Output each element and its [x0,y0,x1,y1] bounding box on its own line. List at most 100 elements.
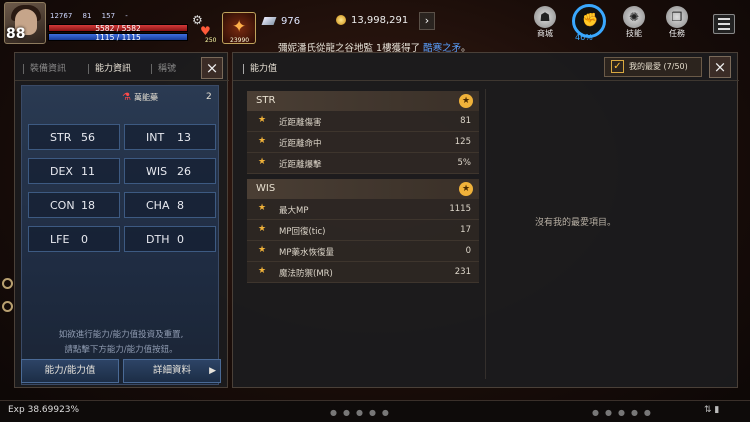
star-icon[interactable]: ★ [459,94,473,108]
ring-icon[interactable] [2,278,13,289]
star-icon[interactable]: ★ [258,245,266,255]
stat-row[interactable]: ★ 近距離傷害 81 [247,111,479,132]
mp-bar: 1115 / 1115 [48,33,188,41]
info-tabs: 裝備資訊 能力資訊 稱號 [15,53,229,81]
currency-expand-button[interactable]: › [419,12,435,30]
star-icon[interactable]: ★ [258,266,266,276]
close-button[interactable]: × [709,56,731,78]
close-button[interactable]: × [201,57,223,79]
stat-wis[interactable]: WIS 26 [124,158,216,184]
stat-name: INT [146,131,165,144]
info-line: 請點擊下方能力/能力值按鈕。 [64,345,178,355]
stat-dex[interactable]: DEX 11 [28,158,120,184]
play-arrow-icon: ▶ [209,366,216,376]
hp-bar: 5582 / 5582 [48,24,188,32]
section-header: WIS ★ [247,179,479,199]
stat-cha[interactable]: CHA 8 [124,192,216,218]
elixir-count: 2 [206,92,212,102]
panel-divider [485,89,486,379]
panel-title-text: 能力值 [250,64,278,74]
elixir-text: 萬能藥 [133,93,158,102]
stat-value: 0 [177,233,184,246]
elixir-label: ⚗ 萬能藥 [122,92,158,103]
exp-percent: Exp 38.69923% [8,405,80,415]
character-info-panel: 裝備資訊 能力資訊 稱號 × ⚗ 萬能藥 2 STR 56 INT 13 DEX 11 … [14,52,229,388]
stat-name: WIS [146,165,168,178]
tab-titles[interactable]: 稱號 [151,61,176,74]
shop-button[interactable]: ☗ 商城 [528,6,562,39]
mp-text: 1115 / 1115 [95,33,141,42]
section-header: STR ★ [247,91,479,111]
stat-con[interactable]: CON 18 [28,192,120,218]
ring-icon[interactable] [2,301,13,312]
stat-value: 8 [177,199,184,212]
gold-amount: 13,998,291 [351,15,409,26]
row-value: 0 [465,246,471,256]
growth-percent: 46% [575,33,593,42]
tab-label: 能力資訊 [95,64,132,74]
menu-button[interactable] [713,14,735,34]
stat-row[interactable]: ★ 魔法防禦(MR) 231 [247,262,479,283]
row-value: 231 [454,267,471,277]
tab-ability-info[interactable]: 能力資訊 [88,61,131,74]
row-value: 17 [460,225,471,235]
stat-dth[interactable]: DTH 0 [124,226,216,252]
signal-battery-icon: ⇅ ▮ [704,405,720,415]
panel-title: 能力值 [243,61,277,74]
section-title: STR [256,95,276,106]
exp-bar: Exp 38.69923% ●●●●● ●●●●● ⇅ ▮ [0,400,750,422]
stat-lfe[interactable]: LFE 0 [28,226,120,252]
star-icon[interactable]: ★ [258,203,266,213]
potion-count: 250 [205,37,217,44]
checkmark-icon: ✓ [611,60,624,73]
stat-value: 0 [81,233,88,246]
gold-coin-icon [336,15,346,25]
stat-row[interactable]: ★ 近距離爆擊 5% [247,153,479,174]
stat-row[interactable]: ★ 最大MP 1115 [247,199,479,220]
side-quick-rings [2,278,14,328]
row-label: 近距離爆擊 [279,160,322,170]
hud-stats-line: 12767 81 157 - [50,12,136,20]
row-value: 5% [457,158,472,168]
favorites-label: 我的最愛 (7/50) [629,62,688,71]
skills-label: 技能 [626,29,642,38]
stat-int[interactable]: INT 13 [124,124,216,150]
info-line: 如欲進行能力/能力值投資及重置, [58,330,184,340]
stat-row[interactable]: ★ 近距離命中 125 [247,132,479,153]
star-icon[interactable]: ★ [258,115,266,125]
page-dots-right[interactable]: ●●●●● [592,408,657,417]
star-icon[interactable]: ★ [258,224,266,234]
quests-button[interactable]: ❒ 任務 [660,6,694,39]
star-icon[interactable]: ★ [258,136,266,146]
star-icon[interactable]: ★ [459,182,473,196]
ability-stat-button[interactable]: 能力/能力值 [21,359,119,383]
stat-row[interactable]: ★ MP藥水恢復量 0 [247,241,479,262]
row-label: 最大MP [279,206,309,216]
favorites-toggle[interactable]: ✓ 我的最愛 (7/50) [604,57,702,77]
detail-label: 詳細資料 [152,365,191,376]
rank-value: - [125,12,128,20]
fist-icon: ✊ [582,13,599,28]
star-icon[interactable]: ★ [258,157,266,167]
section-wis: WIS ★ ★ 最大MP 1115 ★ MP回復(tic) 17 ★ MP藥水恢復量 0 ★ 魔… [247,179,479,283]
stat-value: 18 [81,199,95,212]
tab-equipment-info[interactable]: 裝備資訊 [23,61,66,74]
quick-skill-slot[interactable]: ✦ 23990 [222,12,256,44]
elixir-icon: ⚗ [122,92,131,103]
stat-name: LFE [50,233,70,246]
stat-value: 11 [81,165,95,178]
stat-row[interactable]: ★ MP回復(tic) 17 [247,220,479,241]
page-dots-left[interactable]: ●●●●● [330,408,395,417]
weight-value: 81 [82,12,92,20]
potion-icon[interactable]: ♥ [200,24,211,38]
row-label: MP回復(tic) [279,227,326,237]
ability-values-header: 能力值 ✓ 我的最愛 (7/50) × [233,53,739,81]
section-title: WIS [256,183,276,194]
row-value: 125 [454,137,471,147]
detail-button[interactable]: 詳細資料 ▶ [123,359,221,383]
skill-slot-count: 23990 [230,37,250,44]
stat-str[interactable]: STR 56 [28,124,120,150]
stat-value: 13 [177,131,191,144]
skills-button[interactable]: ✺ 技能 [617,6,651,39]
row-label: 近距離傷害 [279,118,322,128]
